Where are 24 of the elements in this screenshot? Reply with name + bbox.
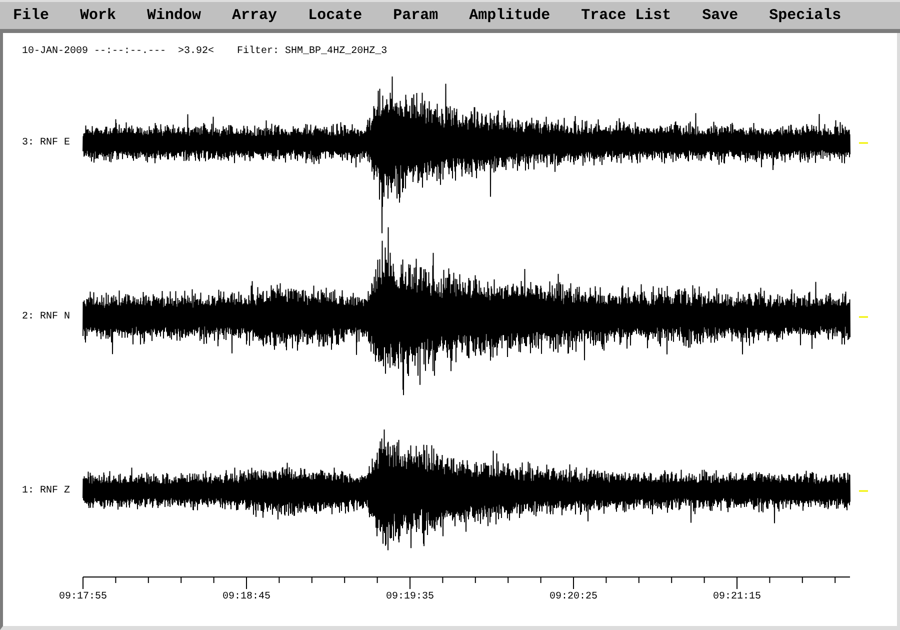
trace-marker-icon [859, 490, 868, 492]
menu-item[interactable]: Specials [769, 6, 842, 24]
menu-item[interactable]: Locate [308, 6, 362, 24]
menu-item[interactable]: Trace List [581, 6, 672, 24]
menu-item[interactable]: Save [702, 6, 738, 24]
menu-item[interactable]: Amplitude [469, 6, 550, 24]
axis-tick-label: 09:20:25 [550, 592, 598, 602]
trace-marker-icon [859, 142, 868, 144]
menu-item[interactable]: File [13, 6, 50, 24]
date-time-text: 10-JAN-2009 --:--:--.--- [22, 45, 166, 59]
menu-item[interactable]: Work [80, 6, 116, 24]
channel-label: 2: RNF N [22, 312, 70, 322]
menu-item[interactable]: Param [393, 6, 438, 24]
trace-marker-icon [859, 316, 868, 318]
menu-item[interactable]: Window [147, 6, 202, 24]
channel-label: 1: RNF Z [22, 486, 70, 496]
menu-item[interactable]: Array [232, 6, 278, 24]
channel-label: 3: RNF E [22, 138, 70, 148]
axis-tick-label: 09:19:35 [386, 592, 434, 602]
axis-tick-label: 09:21:15 [713, 592, 761, 602]
amplitude-readout: >3.92< [178, 45, 214, 59]
axis-tick-label: 09:17:55 [59, 592, 107, 602]
filter-text: Filter: SHM_BP_4HZ_20HZ_3 [237, 45, 388, 59]
axis-tick-label: 09:18:45 [222, 592, 270, 602]
